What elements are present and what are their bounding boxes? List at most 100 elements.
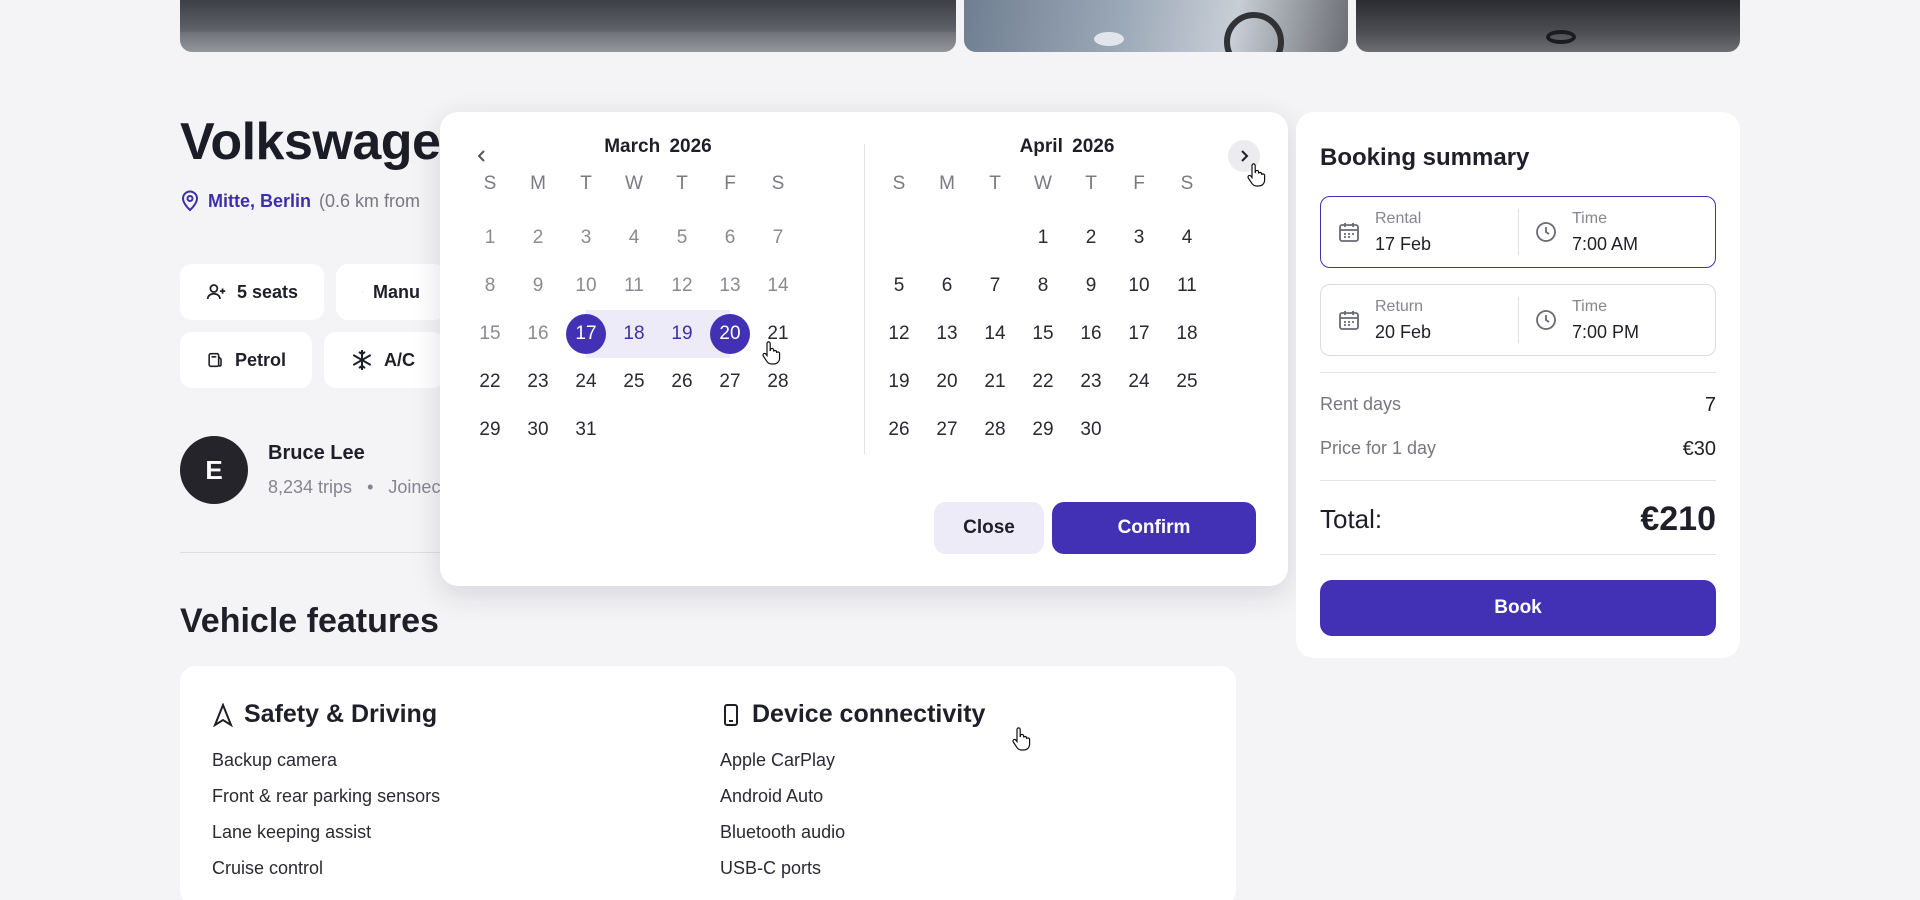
rental-date-field[interactable]: Rental 17 Feb bbox=[1321, 197, 1518, 267]
month-april: April 2026 S M T W T F S 1 2 3 4 5 6 7 8 9 10 11 12 13 14 15 1… bbox=[875, 132, 1259, 454]
calendar-day[interactable]: 18 bbox=[610, 310, 658, 358]
calendar-day[interactable]: 30 bbox=[1067, 406, 1115, 454]
calendar-day[interactable]: 18 bbox=[1163, 310, 1211, 358]
calendar-day[interactable]: 17 bbox=[1115, 310, 1163, 358]
calendar-day[interactable]: 6 bbox=[706, 214, 754, 262]
calendar-day-number: 23 bbox=[527, 371, 549, 392]
calendar-day[interactable]: 20 bbox=[706, 310, 754, 358]
month-title: March 2026 bbox=[604, 136, 712, 157]
calendar-day[interactable]: 14 bbox=[754, 262, 802, 310]
calendar-day[interactable]: 5 bbox=[875, 262, 923, 310]
weekday-header: S bbox=[1180, 173, 1194, 194]
return-time-field[interactable]: Time 7:00 PM bbox=[1518, 285, 1715, 355]
calendar-day[interactable]: 19 bbox=[658, 310, 706, 358]
calendar-day[interactable]: 25 bbox=[610, 358, 658, 406]
calendar-day[interactable]: 4 bbox=[1163, 214, 1211, 262]
calendar-day[interactable]: 1 bbox=[1019, 214, 1067, 262]
calendar-day[interactable]: 2 bbox=[1067, 214, 1115, 262]
calendar-day-number: 23 bbox=[1080, 371, 1102, 392]
safety-feature-item: Front & rear parking sensors bbox=[212, 786, 441, 806]
calendar-day[interactable]: 27 bbox=[706, 358, 754, 406]
book-button[interactable]: Book bbox=[1320, 580, 1716, 636]
fuel-icon bbox=[208, 352, 222, 368]
calendar-day[interactable]: 11 bbox=[610, 262, 658, 310]
safety-heading: Safety & Driving bbox=[212, 700, 440, 729]
calendar-day[interactable]: 30 bbox=[514, 406, 562, 454]
calendar-day[interactable]: 16 bbox=[514, 310, 562, 358]
calendar-day[interactable]: 29 bbox=[466, 406, 514, 454]
safety-feature-item: Cruise control bbox=[212, 858, 324, 878]
calendar-confirm-button[interactable]: Confirm bbox=[1052, 502, 1256, 554]
month-grid: S M T W T F S 1 2 3 4 5 6 7 8 9 10 11 12 13 14 15 16 17 18 19 20 21… bbox=[875, 166, 1259, 454]
calendar-day[interactable]: 15 bbox=[466, 310, 514, 358]
host-avatar[interactable]: E bbox=[180, 436, 248, 504]
calendar-day[interactable]: 3 bbox=[1115, 214, 1163, 262]
calendar-day[interactable]: 11 bbox=[1163, 262, 1211, 310]
calendar-day[interactable]: 12 bbox=[875, 310, 923, 358]
calendar-day[interactable]: 26 bbox=[875, 406, 923, 454]
location-area-link[interactable]: Mitte, Berlin bbox=[208, 191, 311, 212]
calendar-day[interactable]: 15 bbox=[1019, 310, 1067, 358]
weekday-header: T bbox=[989, 173, 1001, 194]
calendar-day[interactable]: 10 bbox=[1115, 262, 1163, 310]
calendar-day[interactable]: 5 bbox=[658, 214, 706, 262]
calendar-day[interactable]: 4 bbox=[610, 214, 658, 262]
calendar-day[interactable]: 20 bbox=[923, 358, 971, 406]
calendar-day[interactable]: 23 bbox=[514, 358, 562, 406]
calendar-day[interactable]: 22 bbox=[1019, 358, 1067, 406]
calendar-day[interactable]: 13 bbox=[706, 262, 754, 310]
calendar-day[interactable]: 7 bbox=[971, 262, 1019, 310]
weekday-header: T bbox=[580, 173, 592, 194]
car-photo-front[interactable] bbox=[964, 0, 1348, 52]
calendar-day[interactable]: 1 bbox=[466, 214, 514, 262]
calendar-day[interactable]: 17 bbox=[562, 310, 610, 358]
calendar-day[interactable]: 6 bbox=[923, 262, 971, 310]
car-photo-side[interactable] bbox=[1356, 0, 1740, 52]
calendar-day[interactable]: 19 bbox=[875, 358, 923, 406]
car-photo-main[interactable] bbox=[180, 0, 956, 52]
rental-time-field[interactable]: Time 7:00 AM bbox=[1518, 197, 1715, 267]
calendar-day[interactable]: 26 bbox=[658, 358, 706, 406]
calendar-day-number: 26 bbox=[671, 371, 693, 392]
calendar-day[interactable]: 16 bbox=[1067, 310, 1115, 358]
total-label: Total: bbox=[1320, 504, 1383, 534]
calendar-day-number: 15 bbox=[1032, 323, 1054, 344]
empty-day-cell bbox=[971, 214, 1019, 262]
calendar-day[interactable]: 29 bbox=[1019, 406, 1067, 454]
calendar-day[interactable]: 24 bbox=[1115, 358, 1163, 406]
host-name[interactable]: Bruce Lee bbox=[268, 442, 440, 465]
calendar-day[interactable]: 8 bbox=[1019, 262, 1067, 310]
calendar-day-number: 18 bbox=[623, 323, 645, 344]
calendar-day[interactable]: 25 bbox=[1163, 358, 1211, 406]
calendar-icon bbox=[1339, 311, 1359, 330]
calendar-day[interactable]: 14 bbox=[971, 310, 1019, 358]
calendar-day[interactable]: 21 bbox=[971, 358, 1019, 406]
hand-cursor-icon bbox=[1247, 163, 1266, 187]
calendar-day[interactable]: 9 bbox=[514, 262, 562, 310]
return-date-field[interactable]: Return 20 Feb bbox=[1321, 285, 1518, 355]
weekday-header: M bbox=[530, 173, 546, 194]
calendar-day[interactable]: 3 bbox=[562, 214, 610, 262]
summary-divider bbox=[1320, 480, 1716, 481]
calendar-day[interactable]: 31 bbox=[562, 406, 610, 454]
calendar-day-number: 27 bbox=[719, 371, 741, 392]
calendar-day[interactable]: 9 bbox=[1067, 262, 1115, 310]
calendar-day[interactable]: 2 bbox=[514, 214, 562, 262]
calendar-day-number: 5 bbox=[676, 227, 688, 248]
calendar-day[interactable]: 8 bbox=[466, 262, 514, 310]
calendar-day[interactable]: 13 bbox=[923, 310, 971, 358]
calendar-day-number: 15 bbox=[479, 323, 501, 344]
weekday-header: W bbox=[625, 173, 643, 194]
calendar-day[interactable]: 23 bbox=[1067, 358, 1115, 406]
calendar-day[interactable]: 27 bbox=[923, 406, 971, 454]
calendar-close-button[interactable]: Close bbox=[934, 502, 1044, 554]
calendar-day[interactable]: 22 bbox=[466, 358, 514, 406]
calendar-day[interactable]: 7 bbox=[754, 214, 802, 262]
calendar-day-number: 8 bbox=[484, 275, 496, 296]
calendar-day[interactable]: 24 bbox=[562, 358, 610, 406]
rental-label: Rental bbox=[1375, 209, 1422, 227]
calendar-day-number: 27 bbox=[936, 419, 958, 440]
calendar-day[interactable]: 12 bbox=[658, 262, 706, 310]
calendar-day[interactable]: 10 bbox=[562, 262, 610, 310]
calendar-day[interactable]: 28 bbox=[971, 406, 1019, 454]
